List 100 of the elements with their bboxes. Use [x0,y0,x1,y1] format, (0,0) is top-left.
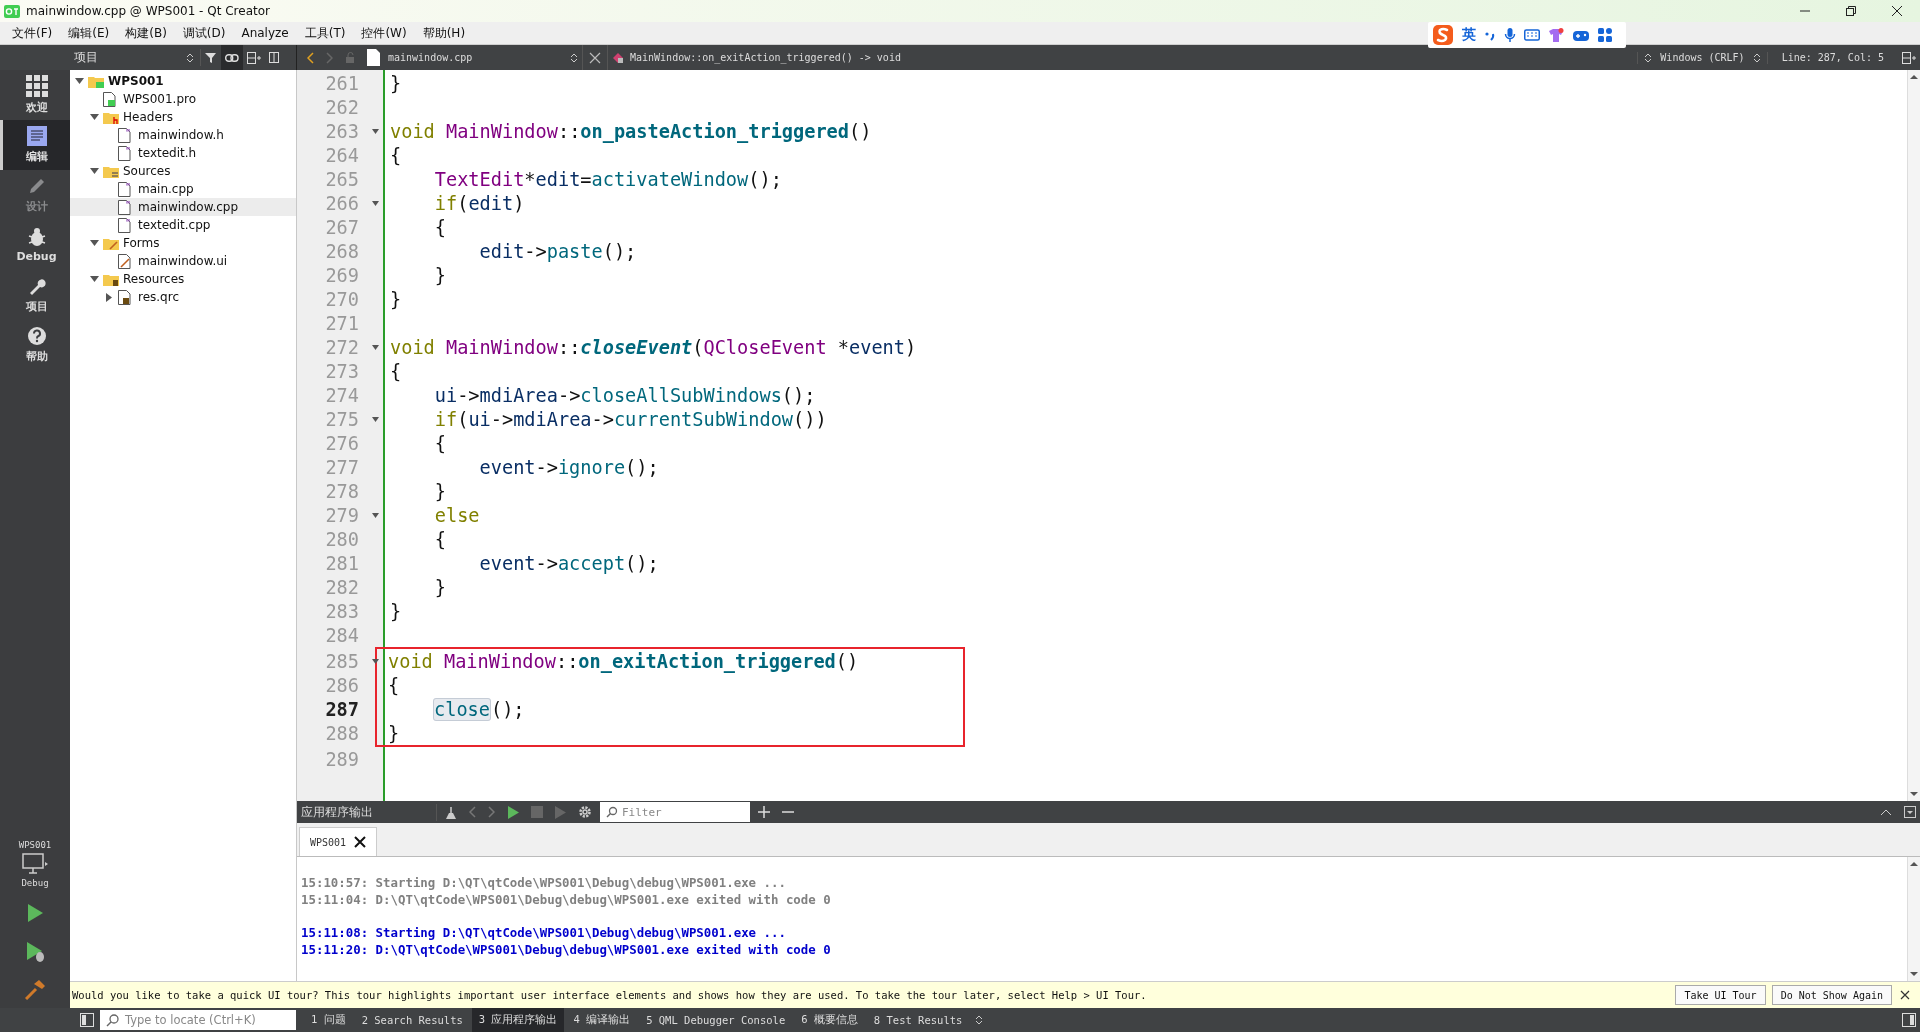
run-icon[interactable] [507,805,519,819]
tree-item[interactable]: textedit.h [70,144,296,162]
grid-icon[interactable] [1598,28,1612,42]
menu-item[interactable]: 调试(D) [174,24,234,42]
close-icon[interactable] [1900,990,1910,1000]
code-line: { [433,216,446,238]
output-tab[interactable]: WPS001 [299,827,378,856]
mode-button[interactable]: 项目 [0,270,70,320]
tree-item[interactable]: Forms [70,234,296,252]
maximize-panel-icon[interactable] [1880,808,1892,816]
fold-arrow-icon[interactable] [371,128,379,134]
folder-icon [103,236,119,250]
symbol-dropdown[interactable]: MainWindow::on_exitAction_triggered() -> void [612,51,901,64]
fold-arrow-icon[interactable] [371,344,379,350]
menu-item[interactable]: 文件(F) [4,24,61,42]
line-number: 263 [324,120,360,142]
tree-item[interactable]: mainwindow.cpp [70,198,296,216]
mode-button[interactable]: 欢迎 [0,70,70,120]
fold-arrow-icon[interactable] [371,416,379,422]
fold-arrow-icon[interactable] [371,200,379,206]
code-line: { [387,674,400,696]
input-mode-button[interactable]: 英 [1462,26,1476,44]
tree-item[interactable]: WPS001 [70,72,296,90]
expand-arrow-icon[interactable] [89,240,99,246]
close-icon[interactable] [354,836,367,848]
hide-panel-icon[interactable] [1904,806,1916,818]
output-pane-button[interactable]: 6 概要信息 [794,1008,865,1032]
split-icon[interactable] [247,51,261,64]
settings-icon[interactable] [578,805,592,819]
output-pane-button[interactable]: 2 Search Results [354,1008,470,1032]
microphone-icon[interactable] [1504,27,1516,43]
output-pane-button[interactable]: 1 问题 [304,1008,353,1032]
menu-item[interactable]: 帮助(H) [414,24,474,42]
scroll-down-icon[interactable] [1910,971,1918,977]
scroll-down-icon[interactable] [1910,791,1918,797]
menu-item[interactable]: 构建(B) [117,24,175,42]
code-line: ui->mdiArea->closeAllSubWindows(); [433,384,816,406]
toggle-sidebar-icon[interactable] [80,1013,94,1027]
locate-field[interactable]: Type to locate (Ctrl+K) [100,1010,296,1030]
search-icon [106,1013,120,1027]
split-icon[interactable] [1902,51,1916,64]
fold-arrow-icon[interactable] [371,512,379,518]
filter-field[interactable]: Filter [600,802,750,822]
back-icon[interactable] [307,51,314,64]
restore-icon[interactable] [1845,5,1857,17]
mode-button[interactable]: 帮助 [0,320,70,370]
output-pane-button[interactable]: 8 Test Results [866,1008,970,1032]
hammer-icon[interactable] [24,978,46,1000]
line-number: 264 [324,144,360,166]
fold-arrow-icon[interactable] [371,658,379,664]
mode-button[interactable]: 编辑 [0,120,70,170]
output-pane-button[interactable]: 5 QML Debugger Console [639,1008,793,1032]
broom-icon[interactable] [445,805,457,819]
scroll-up-icon[interactable] [1910,861,1918,867]
scroll-up-icon[interactable] [1910,74,1918,80]
menu-item[interactable]: 控件(W) [353,24,415,42]
tree-item[interactable]: res.qrc [70,288,296,306]
line-number: 267 [324,216,360,238]
filter-icon[interactable] [205,51,217,64]
output-pane-button[interactable]: 4 编译输出 [566,1008,638,1032]
kit-selector[interactable]: WPS001 Debug [0,834,70,894]
close-document-icon[interactable] [589,51,601,64]
debug-run-icon[interactable] [25,940,45,962]
link-icon[interactable] [225,53,239,62]
gamepad-icon[interactable] [1572,28,1590,42]
close-icon[interactable] [1891,5,1903,17]
tree-item[interactable]: textedit.cpp [70,216,296,234]
menu-item[interactable]: 工具(T) [296,24,354,42]
tree-item[interactable]: Resources [70,270,296,288]
expand-arrow-icon[interactable] [89,168,99,174]
line-ending-dropdown[interactable]: Windows (CRLF) [1637,51,1768,64]
menu-item[interactable]: Analyze [233,26,297,40]
shirt-icon[interactable] [1548,27,1564,43]
tour-button[interactable]: Do Not Show Again [1771,985,1892,1005]
tour-button[interactable]: Take UI Tour [1675,985,1766,1005]
open-file-dropdown[interactable]: mainwindow.cpp [388,51,578,64]
tree-item[interactable]: Sources [70,162,296,180]
keyboard-icon[interactable] [1524,29,1540,41]
grid-icon [25,75,48,97]
close-sidebar-icon[interactable] [269,52,279,63]
cursor-position[interactable]: Line: 287, Col: 5 [1771,52,1894,63]
tree-item[interactable]: Headers [70,108,296,126]
menu-item[interactable]: 编辑(E) [60,24,118,42]
expand-arrow-icon[interactable] [89,114,99,120]
tree-item[interactable]: mainwindow.h [70,126,296,144]
output-pane-button[interactable]: 3 应用程序输出 [471,1008,565,1032]
run-icon[interactable] [25,903,45,923]
scrollbar[interactable] [1907,70,1920,801]
line-number: 270 [324,288,360,310]
expand-arrow-icon[interactable] [74,78,84,84]
mode-button[interactable]: Debug [0,220,70,270]
up-down-icon[interactable] [975,1014,984,1026]
tree-item[interactable]: mainwindow.ui [70,252,296,270]
scrollbar[interactable] [1907,857,1920,981]
line-number: 287 [324,698,360,720]
panel-dropdown[interactable]: 项目 [70,49,201,66]
toggle-panel-icon[interactable] [1902,1013,1916,1027]
tree-item[interactable]: WPS001.pro [70,90,296,108]
tree-item[interactable]: main.cpp [70,180,296,198]
add-icon[interactable] [758,806,770,818]
